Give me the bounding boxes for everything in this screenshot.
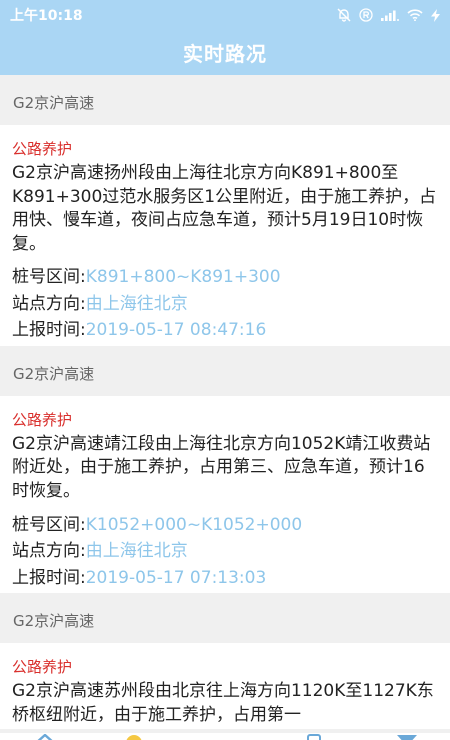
bell-off-icon bbox=[337, 8, 351, 22]
incident-description: G2京沪高速扬州段由上海往北京方向K891+800至K891+300过范水服务区… bbox=[12, 163, 437, 254]
phone-icon[interactable] bbox=[306, 733, 322, 740]
incident-item[interactable]: G2京沪高速 公路养护 G2京沪高速苏州段由北京往上海方向1120K至1127K… bbox=[0, 593, 450, 730]
report-time-label: 上报时间: bbox=[12, 567, 86, 588]
stake-range-label: 桩号区间: bbox=[12, 267, 86, 288]
incident-type-tag: 公路养护 bbox=[12, 658, 73, 677]
incident-type-tag: 公路养护 bbox=[12, 140, 73, 158]
incident-card[interactable]: 公路养护 G2京沪高速靖江段由上海往北京方向1052K靖江收费站附近处，由于施工… bbox=[0, 395, 450, 594]
road-name: G2京沪高速 bbox=[0, 75, 450, 125]
report-time-row: 上报时间:2019-05-17 07:13:03 bbox=[12, 565, 438, 592]
incident-meta: 桩号区间:K1052+000~K1052+000 站点方向:由上海往北京 上报时… bbox=[12, 512, 438, 592]
home-icon[interactable] bbox=[34, 733, 56, 740]
incident-item[interactable]: G2京沪高速 公路养护 G2京沪高速靖江段由上海往北京方向1052K靖江收费站附… bbox=[0, 345, 450, 594]
report-time-value: 2019-05-17 08:47:16 bbox=[85, 320, 267, 341]
bulb-icon[interactable] bbox=[124, 733, 144, 740]
incident-feed[interactable]: G2京沪高速 公路养护 G2京沪高速扬州段由上海往北京方向K891+800至K8… bbox=[0, 75, 450, 740]
page-title: 实时路况 bbox=[183, 42, 267, 66]
r-circle-icon bbox=[359, 8, 373, 22]
bolt-icon bbox=[431, 8, 440, 22]
direction-label: 站点方向: bbox=[12, 293, 86, 314]
report-time-value: 2019-05-17 07:13:03 bbox=[85, 567, 267, 588]
direction-row: 站点方向:由上海往北京 bbox=[12, 538, 438, 565]
incident-description: G2京沪高速苏州段由北京往上海方向1120K至1127K东桥枢纽附近，由于施工养… bbox=[12, 681, 434, 725]
incident-card[interactable]: 公路养护 G2京沪高速苏州段由北京往上海方向1120K至1127K东桥枢纽附近，… bbox=[0, 643, 450, 730]
incident-description: G2京沪高速靖江段由上海往北京方向1052K靖江收费站附近处，由于施工养护，占用… bbox=[12, 433, 431, 502]
stake-range-row: 桩号区间:K891+800~K891+300 bbox=[12, 264, 438, 291]
status-time: 上午10:18 bbox=[10, 8, 83, 24]
report-time-row: 上报时间:2019-05-17 08:47:16 bbox=[12, 317, 438, 344]
road-name: G2京沪高速 bbox=[0, 345, 450, 396]
incident-meta: 桩号区间:K891+800~K891+300 站点方向:由上海往北京 上报时间:… bbox=[12, 264, 438, 344]
direction-label: 站点方向: bbox=[12, 541, 86, 562]
direction-value: 由上海往北京 bbox=[85, 293, 188, 314]
signal-icon bbox=[381, 9, 399, 21]
stake-range-label: 桩号区间: bbox=[12, 514, 86, 535]
direction-row: 站点方向:由上海往北京 bbox=[12, 291, 438, 318]
app-bar: 上午10:18 实时路况 bbox=[0, 0, 450, 75]
status-bar: 上午10:18 bbox=[0, 0, 450, 30]
report-time-label: 上报时间: bbox=[12, 320, 86, 341]
send-icon[interactable] bbox=[396, 733, 418, 740]
incident-card[interactable]: 公路养护 G2京沪高速扬州段由上海往北京方向K891+800至K891+300过… bbox=[0, 125, 450, 346]
stake-range-value: K891+800~K891+300 bbox=[85, 267, 281, 288]
direction-value: 由上海往北京 bbox=[85, 541, 188, 562]
bottom-nav bbox=[0, 733, 450, 740]
stake-range-value: K1052+000~K1052+000 bbox=[85, 514, 303, 535]
road-name: G2京沪高速 bbox=[0, 593, 450, 644]
stake-range-row: 桩号区间:K1052+000~K1052+000 bbox=[12, 512, 438, 539]
incident-type-tag: 公路养护 bbox=[12, 410, 73, 429]
wifi-icon bbox=[407, 9, 423, 21]
status-icons bbox=[337, 8, 440, 22]
incident-item[interactable]: G2京沪高速 公路养护 G2京沪高速扬州段由上海往北京方向K891+800至K8… bbox=[0, 75, 450, 346]
